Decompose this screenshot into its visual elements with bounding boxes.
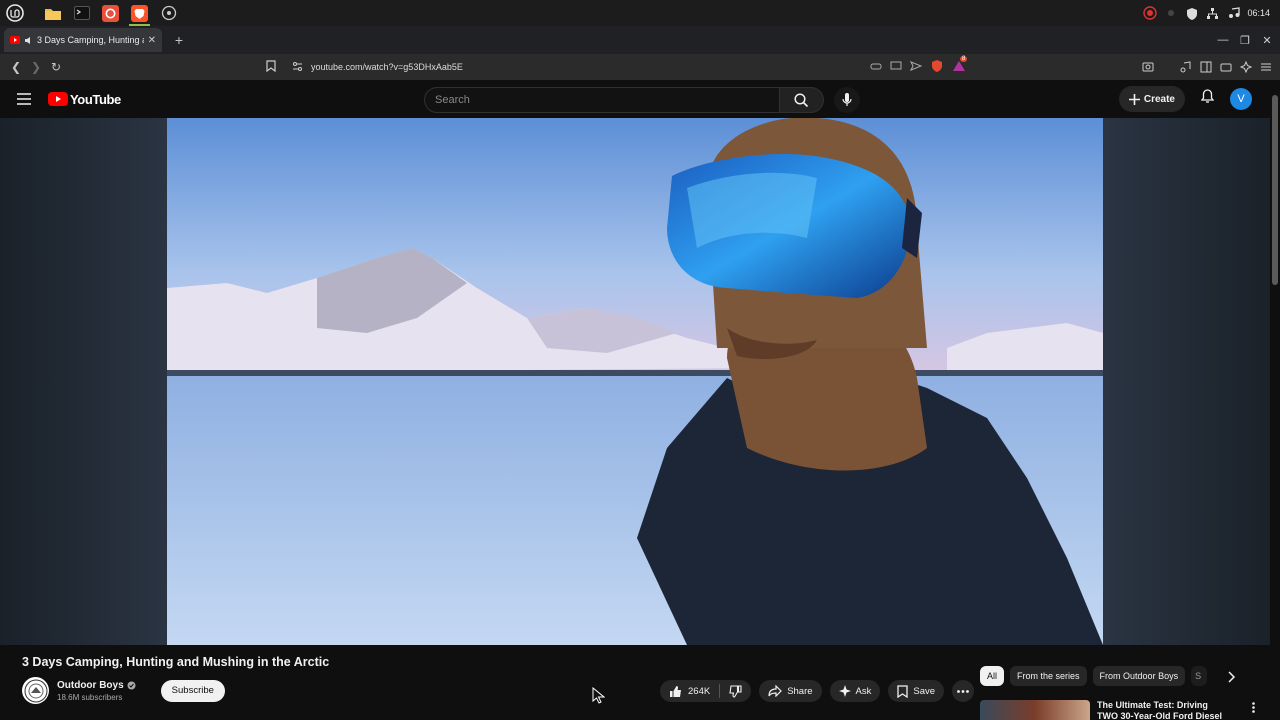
leo-ai-icon[interactable] [1238, 59, 1254, 75]
search-button[interactable] [780, 87, 824, 113]
clock[interactable]: 06:14 [1247, 8, 1270, 18]
network-icon[interactable] [1205, 6, 1220, 21]
account-avatar[interactable]: V [1230, 88, 1252, 110]
video-title: 3 Days Camping, Hunting and Mushing in t… [22, 655, 330, 669]
mint-menu-icon[interactable] [0, 0, 29, 26]
notifications-icon[interactable] [1200, 89, 1215, 109]
chip-all[interactable]: All [980, 666, 1005, 686]
video-frame [167, 118, 1103, 645]
subscribe-button[interactable]: Subscribe [160, 679, 225, 702]
close-window-icon[interactable]: ✕ [1258, 31, 1276, 49]
firewall-icon[interactable] [96, 0, 125, 26]
channel-name[interactable]: Outdoor Boys [57, 680, 124, 691]
brave-icon[interactable] [125, 0, 154, 26]
save-label: Save [913, 685, 936, 697]
reload-icon[interactable]: ↻ [46, 57, 66, 77]
share-button[interactable]: Share [759, 680, 822, 702]
recommended-thumbnail[interactable] [980, 700, 1090, 720]
sparkle-icon [838, 685, 851, 697]
channel-row: Outdoor Boys 18.6M subscribers Subscribe [22, 677, 225, 704]
search-icon [794, 92, 809, 107]
brave-shields-icon[interactable] [930, 59, 944, 75]
cast-icon[interactable] [890, 61, 902, 73]
chip-from-series[interactable]: From the series [1010, 666, 1087, 686]
create-label: Create [1143, 93, 1175, 105]
notification-dot-icon [1163, 6, 1178, 21]
hide-icon[interactable] [870, 61, 882, 73]
youtube-header: YouTube Create V [0, 80, 1280, 118]
menu-icon[interactable] [14, 89, 34, 109]
new-tab-button[interactable]: + [170, 31, 188, 49]
os-taskbar: 06:14 [0, 0, 1280, 26]
filter-chips: All From the series From Outdoor Boys S [980, 666, 1208, 686]
terminal-icon[interactable] [67, 0, 96, 26]
thumbs-up-icon [670, 685, 681, 697]
shield-icon[interactable] [1184, 6, 1199, 21]
wallet-icon[interactable] [1218, 59, 1234, 75]
chevron-right-icon[interactable] [1222, 667, 1242, 687]
files-icon[interactable] [38, 0, 67, 26]
address-bar: ❮ ❯ ↻ youtube.com/watch?v=g53DHxAab5E 8 [0, 54, 1280, 80]
save-button[interactable]: Save [888, 680, 945, 702]
maximize-icon[interactable]: ❐ [1236, 31, 1254, 49]
scrollbar-thumb[interactable] [1272, 95, 1278, 285]
create-button[interactable]: Create [1118, 86, 1185, 112]
voice-search-button[interactable] [834, 87, 860, 113]
chip-from-channel[interactable]: From Outdoor Boys [1092, 666, 1186, 686]
bookmark-save-icon [897, 684, 909, 698]
audio-playing-icon[interactable] [24, 36, 33, 45]
microphone-icon [842, 93, 852, 106]
like-count: 264K [688, 685, 711, 697]
back-icon[interactable]: ❮ [6, 57, 26, 77]
send-icon[interactable] [909, 61, 923, 73]
minimize-icon[interactable]: — [1214, 31, 1232, 49]
verified-icon [127, 681, 136, 689]
rewards-badge: 8 [960, 56, 968, 62]
share-label: Share [787, 685, 813, 697]
thumbs-down-icon [729, 684, 742, 698]
channel-avatar[interactable] [22, 677, 49, 704]
dislike-button[interactable] [720, 684, 751, 698]
youtube-play-icon [48, 92, 68, 106]
media-icon[interactable] [1178, 59, 1194, 75]
ask-label: Ask [855, 685, 872, 697]
browser-menu-icon[interactable] [1258, 59, 1274, 75]
plus-icon [1128, 93, 1140, 105]
url-text[interactable]: youtube.com/watch?v=g53DHxAab5E [311, 62, 463, 72]
video-player[interactable] [167, 118, 1103, 645]
music-icon[interactable] [1226, 6, 1241, 21]
screenshot-icon[interactable] [1140, 59, 1156, 75]
browser-tab[interactable]: 3 Days Camping, Hunting a ✕ [4, 28, 162, 52]
share-icon [768, 685, 783, 697]
search-input[interactable] [424, 87, 780, 113]
logo-text: YouTube [70, 91, 121, 107]
action-bar: 264K Share Ask Save [660, 680, 975, 702]
forward-icon[interactable]: ❯ [26, 57, 46, 77]
mouse-cursor-icon [592, 686, 606, 709]
more-actions-icon[interactable] [952, 680, 975, 702]
sidebar-toggle-icon[interactable] [1198, 59, 1214, 75]
recommended-title[interactable]: The Ultimate Test: Driving TWO 30-Year-O… [1097, 700, 1227, 720]
tab-title: 3 Days Camping, Hunting a [37, 35, 144, 45]
site-info-icon[interactable] [292, 61, 303, 74]
ask-button[interactable]: Ask [829, 680, 881, 702]
bookmark-icon[interactable] [266, 60, 276, 74]
brave-rewards-icon[interactable]: 8 [952, 56, 968, 75]
kebab-menu-icon[interactable] [1246, 700, 1260, 720]
tab-close-icon[interactable]: ✕ [148, 35, 156, 46]
browser-tab-strip: 3 Days Camping, Hunting a ✕ + — ❐ ✕ [0, 26, 1280, 54]
chip-truncated[interactable]: S [1191, 666, 1208, 686]
record-icon[interactable] [1142, 6, 1157, 21]
like-button[interactable]: 264K [660, 685, 719, 698]
settings-icon[interactable] [154, 0, 183, 26]
youtube-logo[interactable]: YouTube [48, 92, 121, 107]
youtube-favicon-icon [10, 36, 20, 44]
like-dislike-group: 264K [660, 680, 752, 702]
subscriber-count: 18.6M subscribers [57, 692, 123, 702]
recommended-video[interactable]: The Ultimate Test: Driving TWO 30-Year-O… [980, 700, 1260, 720]
